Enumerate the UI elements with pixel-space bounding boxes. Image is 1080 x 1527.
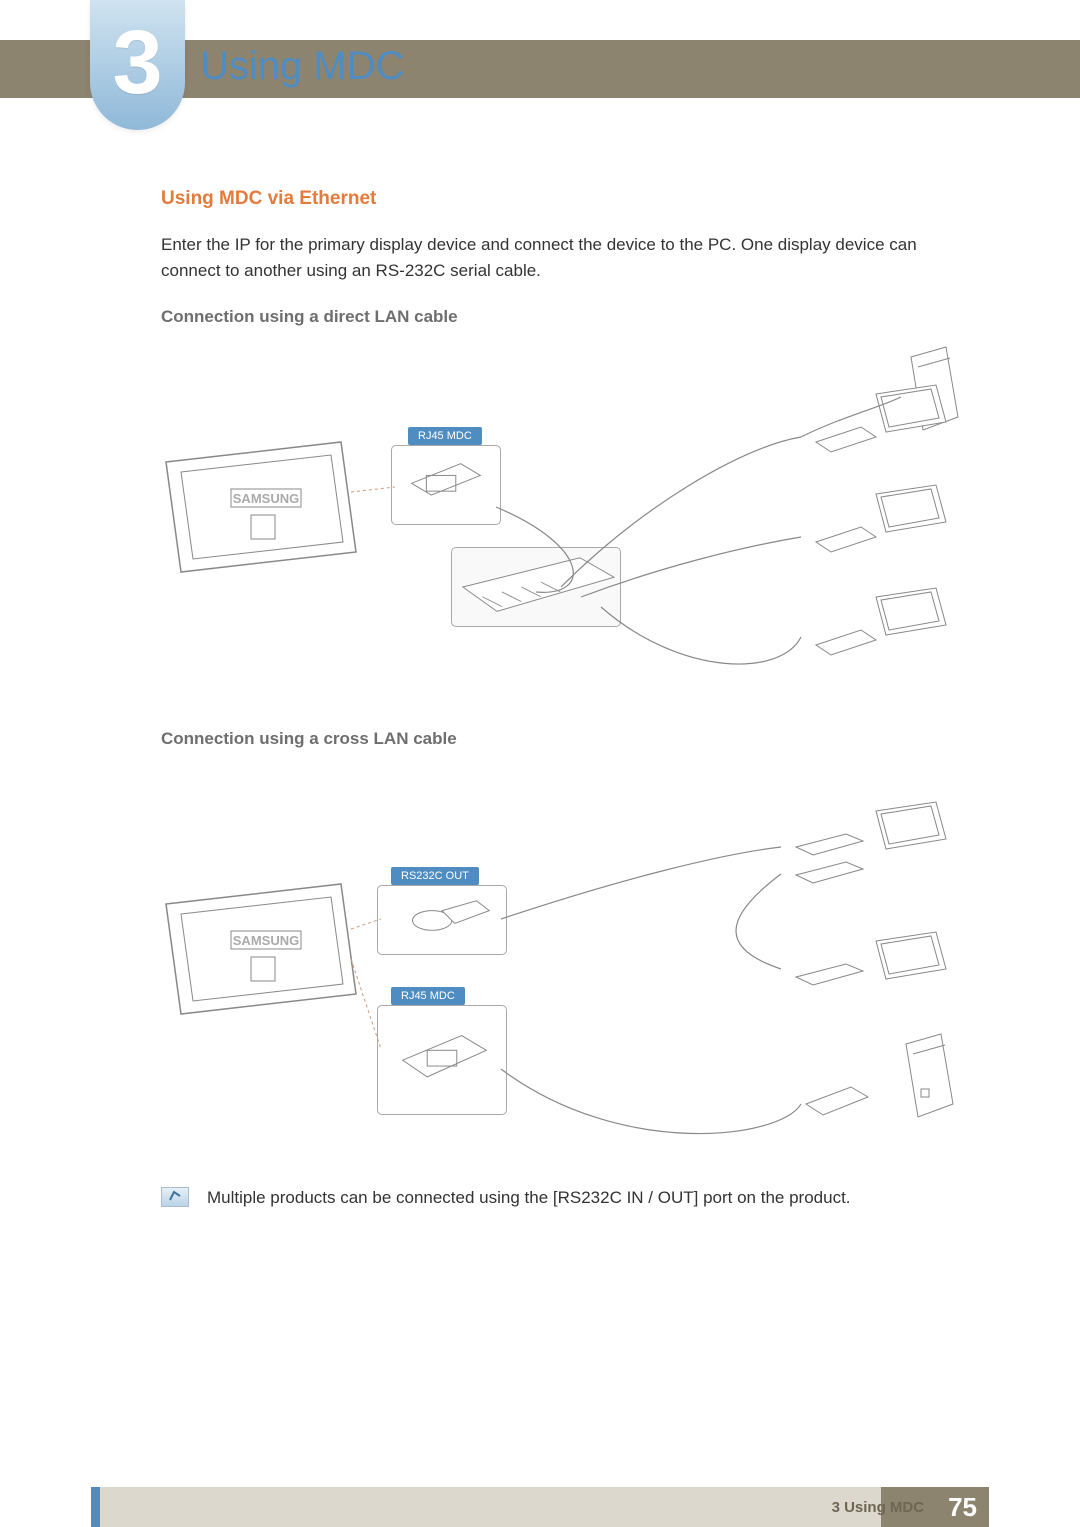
sub-heading-1: Connection using a direct LAN cable [161, 307, 971, 327]
footer-bar: 3 Using MDC 75 [91, 1487, 989, 1527]
note-row: Multiple products can be connected using… [161, 1185, 971, 1211]
chapter-number: 3 [112, 18, 162, 108]
footer-label: 3 Using MDC [832, 1499, 925, 1516]
footer-page: 75 [948, 1492, 977, 1523]
note-text: Multiple products can be connected using… [207, 1185, 851, 1211]
diagram2-connections [161, 759, 971, 1169]
chapter-badge: 3 [90, 0, 185, 130]
chapter-title: Using MDC [200, 44, 404, 89]
footer-accent [91, 1487, 100, 1527]
footer: 3 Using MDC 75 [0, 1487, 1080, 1527]
note-icon [161, 1187, 189, 1207]
content-area: Using MDC via Ethernet Enter the IP for … [161, 188, 971, 1210]
sub-heading-2: Connection using a cross LAN cable [161, 729, 971, 749]
diagram-direct-lan: SAMSUNG RJ45 MDC [161, 337, 971, 707]
intro-text: Enter the IP for the primary display dev… [161, 232, 971, 285]
diagram-cross-lan: SAMSUNG RS232C OUT RJ45 MDC [161, 759, 971, 1169]
diagram1-connections [161, 337, 971, 707]
section-heading: Using MDC via Ethernet [161, 188, 971, 210]
